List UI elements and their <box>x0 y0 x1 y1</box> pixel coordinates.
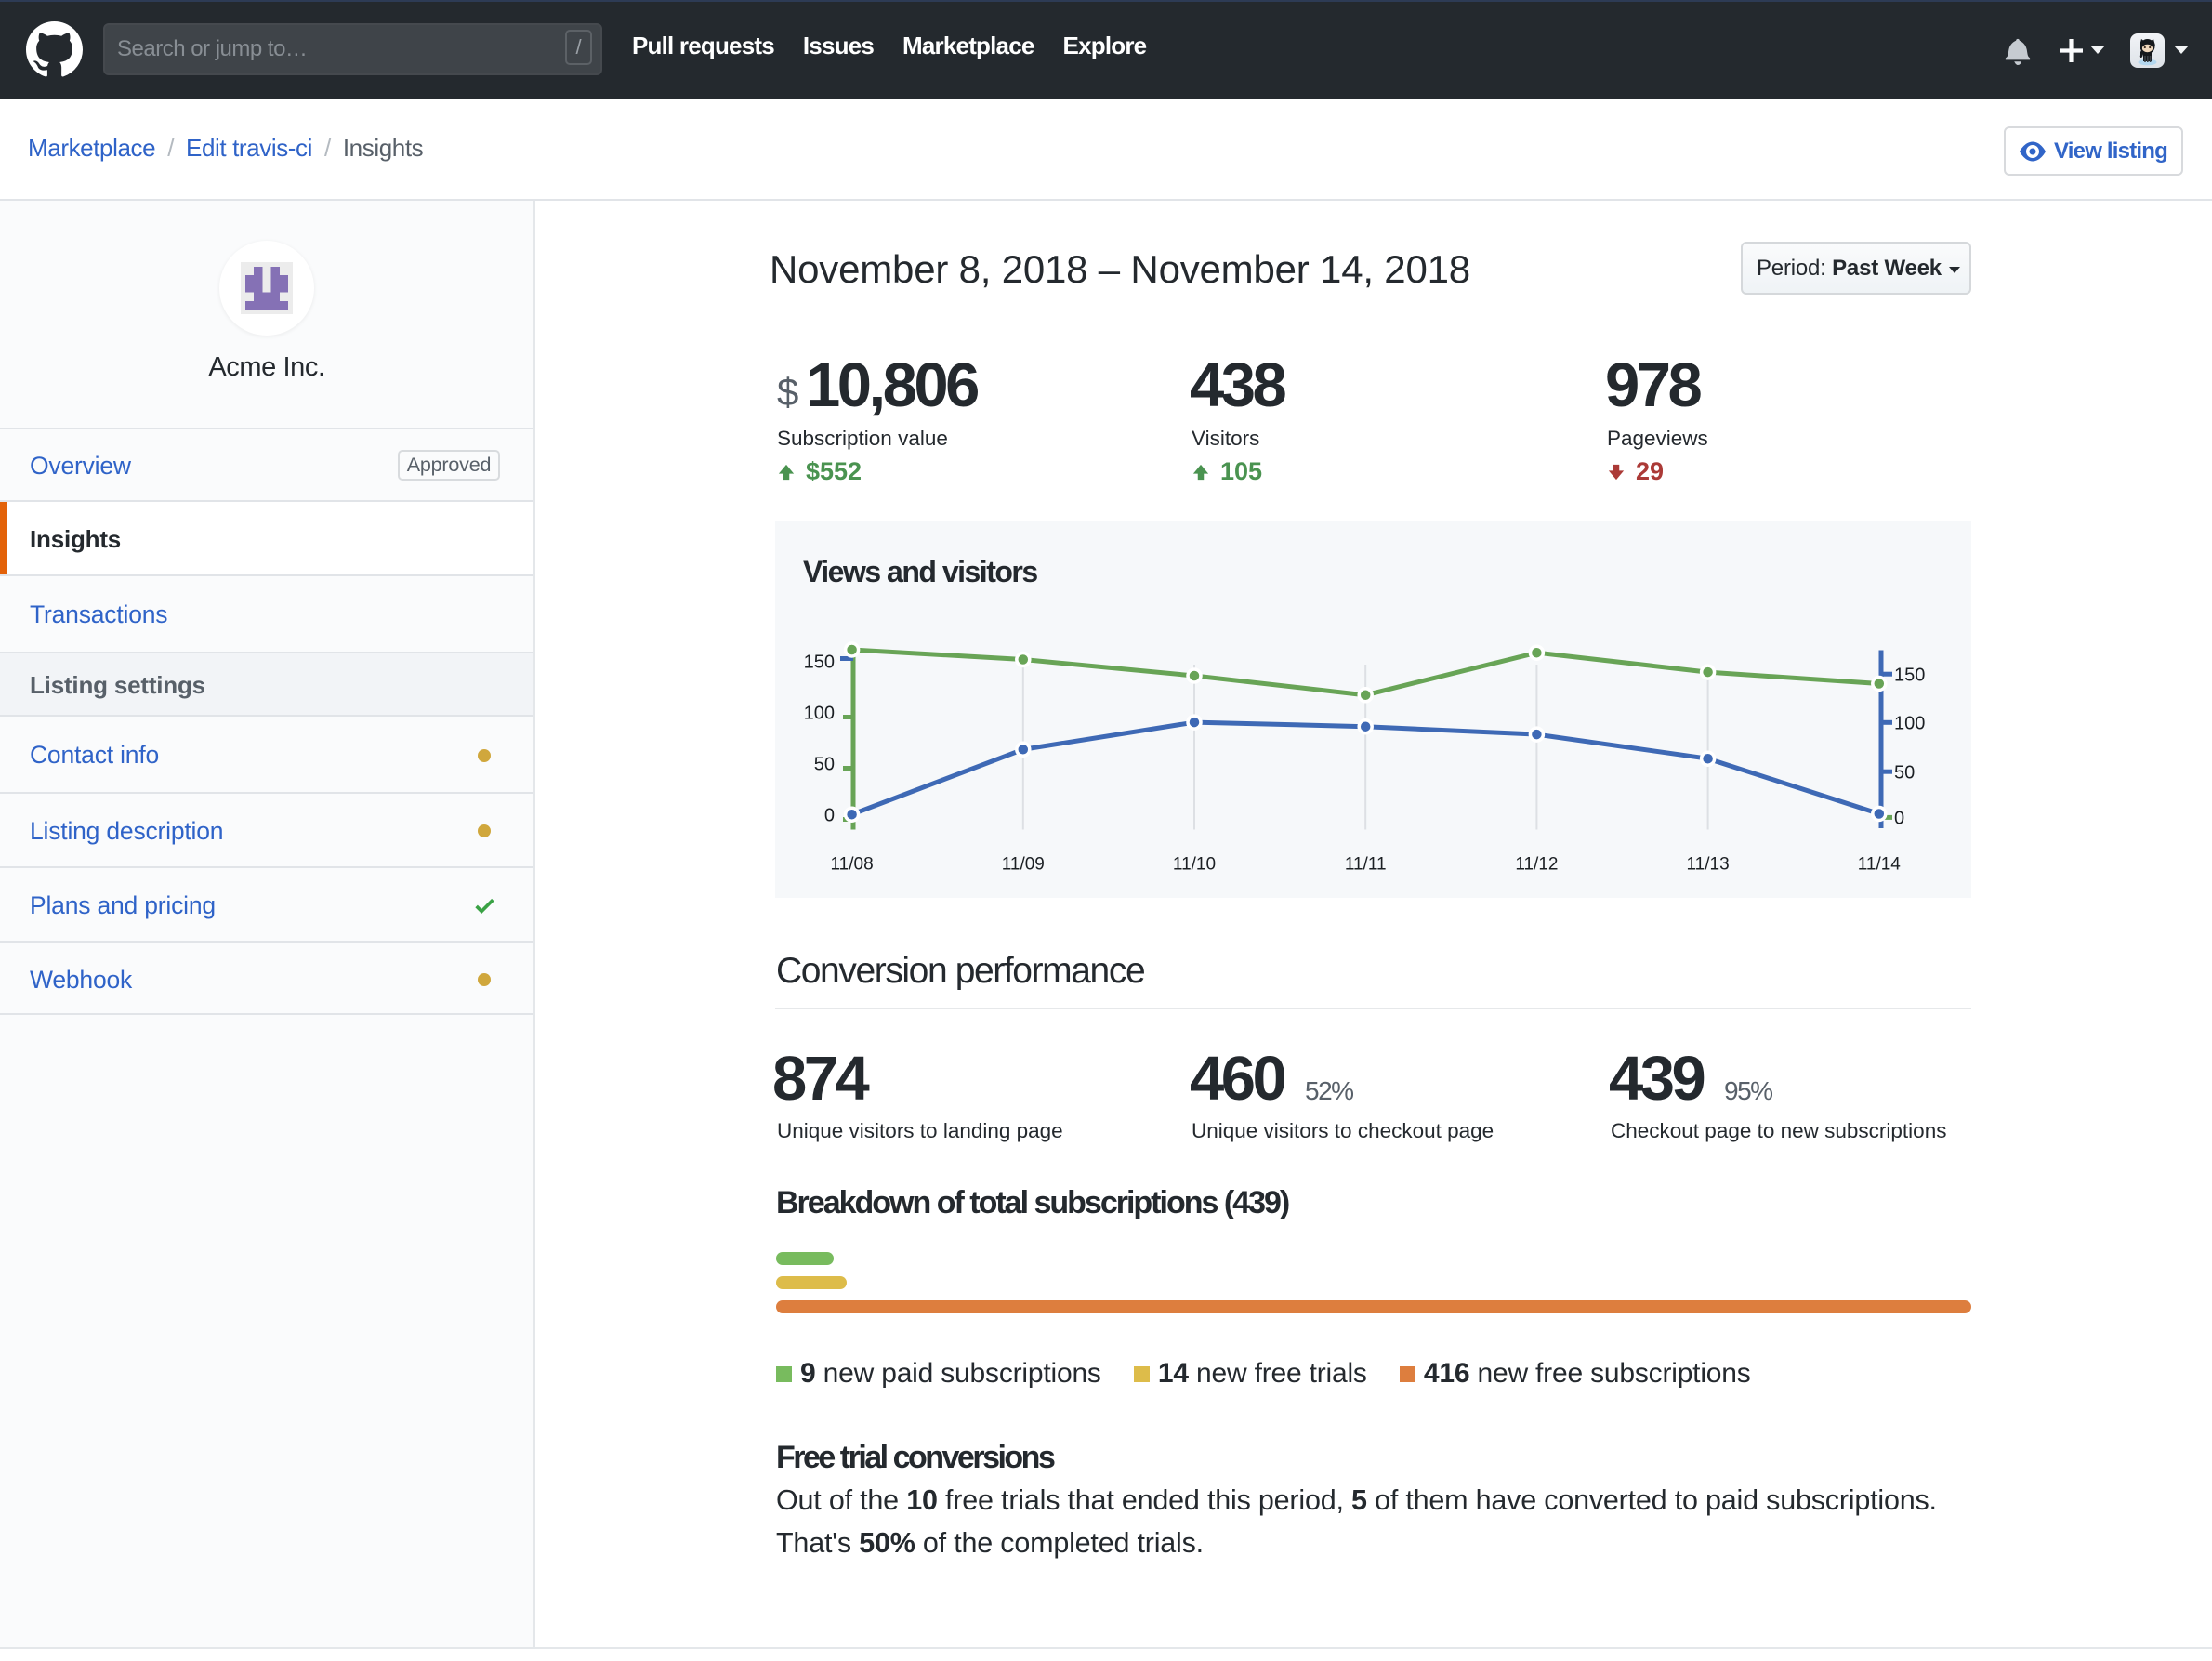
svg-text:0: 0 <box>1894 809 1904 829</box>
svg-text:11/14: 11/14 <box>1858 855 1902 875</box>
svg-text:11/12: 11/12 <box>1515 855 1558 875</box>
svg-text:150: 150 <box>804 653 835 673</box>
svg-text:11/11: 11/11 <box>1345 855 1387 875</box>
svg-text:11/08: 11/08 <box>831 855 874 875</box>
svg-text:50: 50 <box>814 755 835 775</box>
svg-text:11/09: 11/09 <box>1002 855 1045 875</box>
svg-text:0: 0 <box>824 806 835 826</box>
svg-text:100: 100 <box>1894 714 1925 734</box>
svg-text:11/13: 11/13 <box>1687 855 1730 875</box>
svg-text:150: 150 <box>1894 666 1925 686</box>
svg-text:11/10: 11/10 <box>1173 855 1216 875</box>
svg-text:100: 100 <box>804 704 835 724</box>
svg-text:50: 50 <box>1894 763 1915 784</box>
